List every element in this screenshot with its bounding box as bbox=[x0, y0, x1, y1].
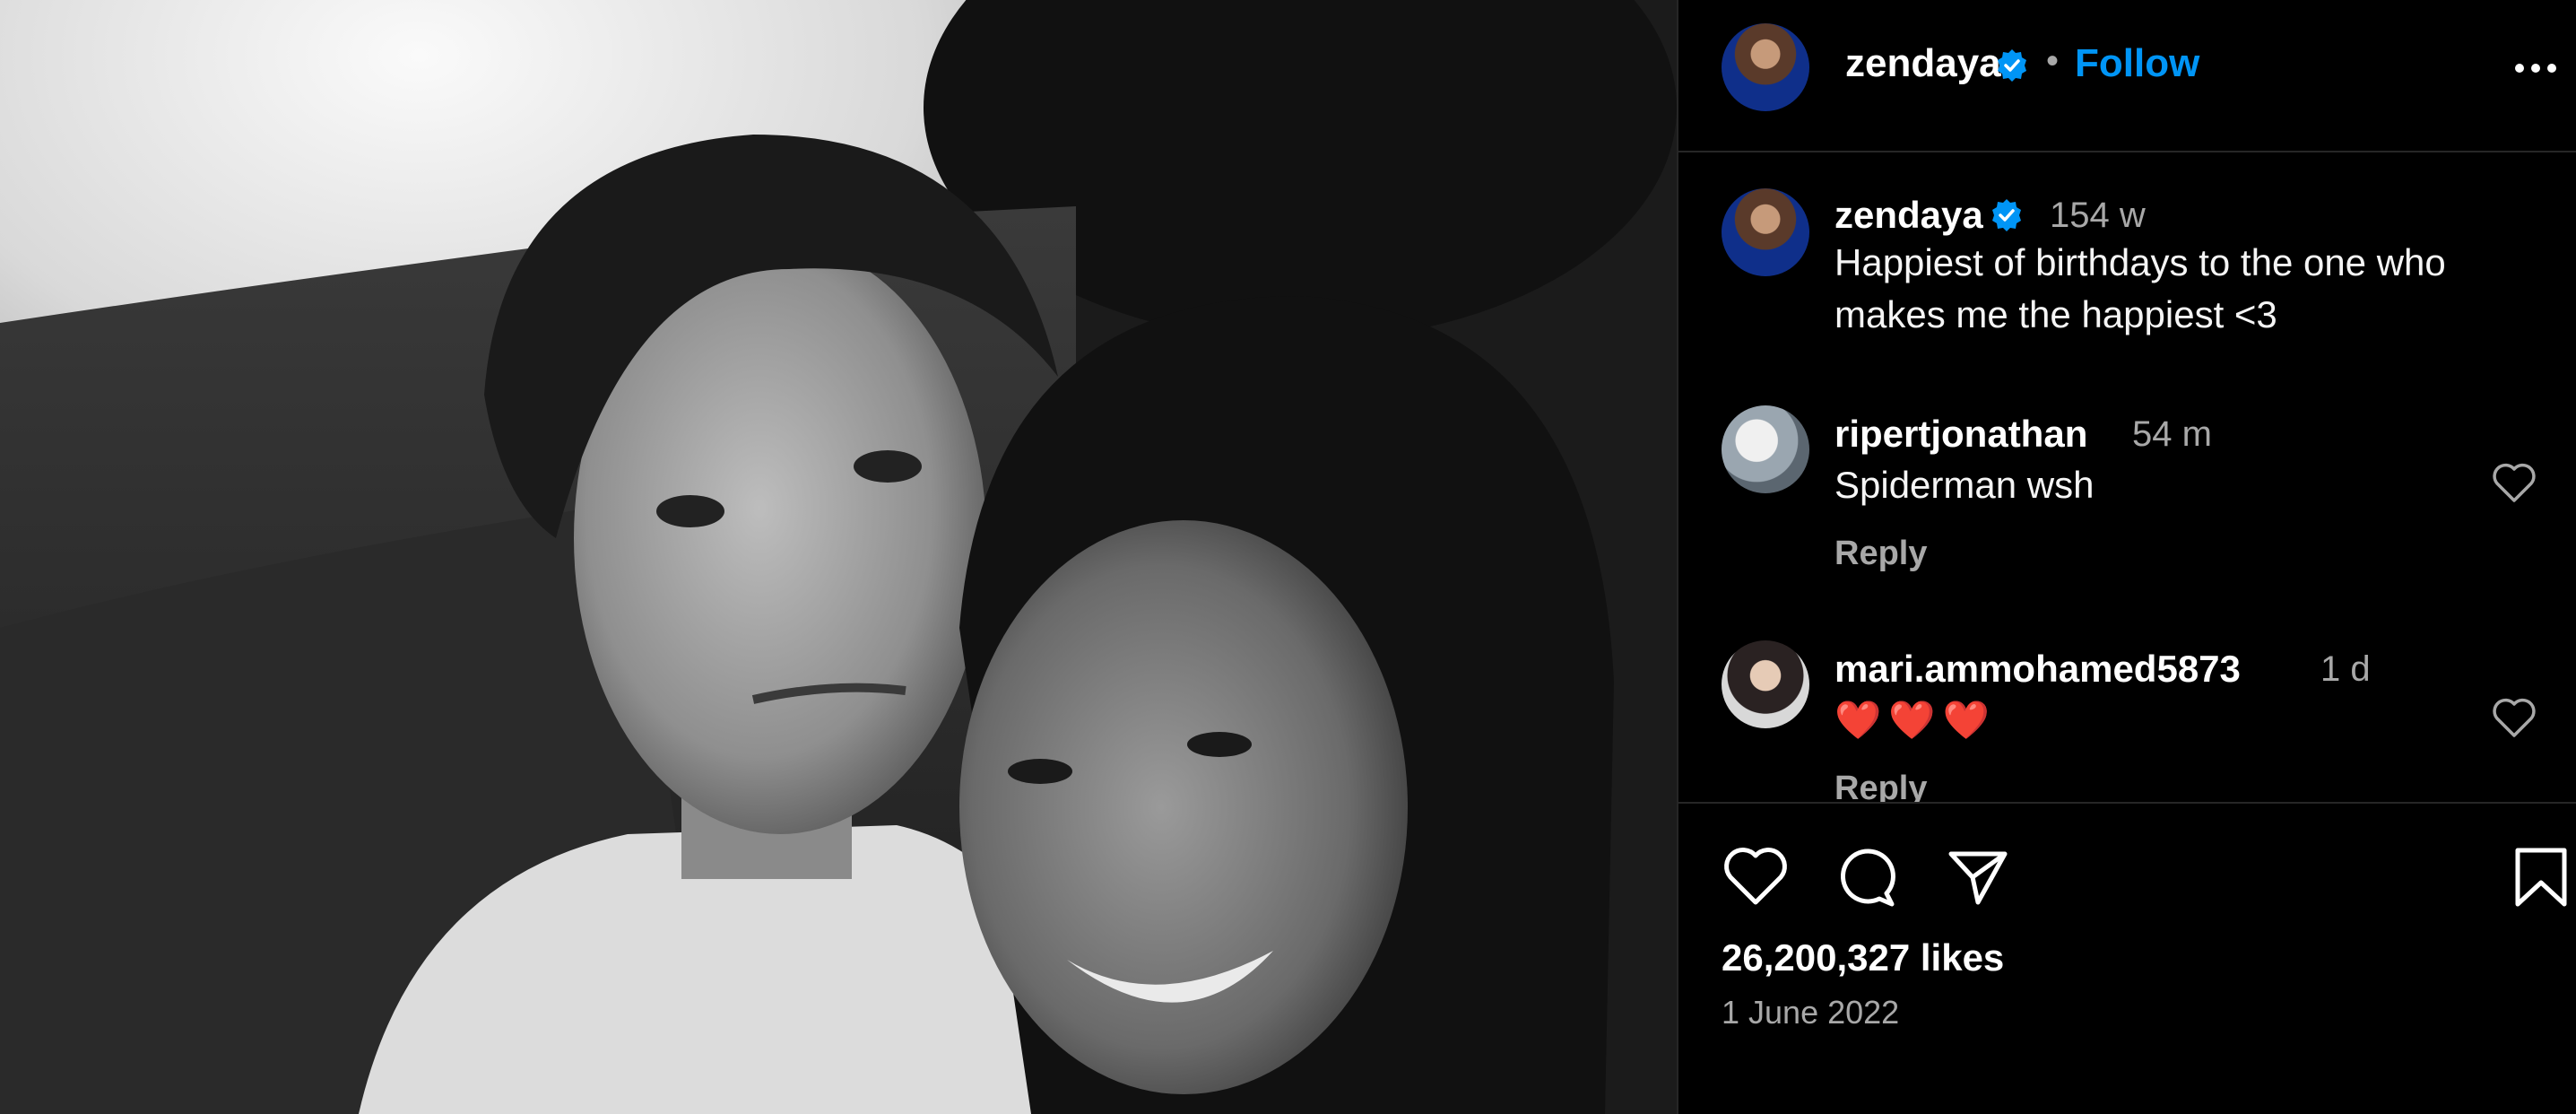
reply-button[interactable]: Reply bbox=[1834, 535, 1927, 573]
header-separator: • bbox=[2046, 41, 2060, 81]
like-count[interactable]: 26,200,327 likes bbox=[1722, 936, 2004, 979]
verified-badge-icon bbox=[1998, 49, 2026, 82]
reply-button[interactable]: Reply bbox=[1834, 770, 1927, 802]
post-photo[interactable] bbox=[0, 0, 1677, 1114]
comment-text: ❤️❤️❤️ bbox=[1834, 699, 1997, 741]
caption-username[interactable]: zendaya bbox=[1834, 194, 1983, 237]
caption-text: Happiest of birthdays to the one who mak… bbox=[1834, 241, 2446, 335]
author-username[interactable]: zendaya bbox=[1845, 41, 2001, 86]
instagram-post-view: zendaya • Follow zendaya 154 w Happiest … bbox=[0, 0, 2576, 1114]
share-icon[interactable] bbox=[1944, 843, 2012, 911]
commenter-username[interactable]: ripertjonathan bbox=[1834, 413, 2087, 456]
post-action-bar bbox=[1678, 807, 2576, 915]
post-photo-illustration bbox=[0, 0, 1677, 1114]
author-avatar[interactable] bbox=[1722, 23, 1809, 111]
heart-icon[interactable] bbox=[2491, 461, 2537, 504]
like-heart-icon[interactable] bbox=[1722, 843, 1790, 911]
bookmark-icon[interactable] bbox=[2507, 843, 2575, 911]
post-side-panel: zendaya • Follow zendaya 154 w Happiest … bbox=[1678, 0, 2576, 1114]
post-header: zendaya • Follow bbox=[1678, 0, 2576, 152]
heart-icon[interactable] bbox=[2491, 696, 2537, 739]
more-options-icon[interactable] bbox=[2512, 50, 2559, 86]
commenter-avatar[interactable] bbox=[1722, 405, 1809, 493]
caption-author-avatar[interactable] bbox=[1722, 188, 1809, 276]
caption-time: 154 w bbox=[2050, 196, 2146, 235]
comment-icon[interactable] bbox=[1833, 843, 1901, 911]
post-date[interactable]: 1 June 2022 bbox=[1722, 994, 1899, 1031]
commenter-avatar[interactable] bbox=[1722, 640, 1809, 728]
comment-time: 1 d bbox=[2320, 649, 2371, 689]
commenter-username[interactable]: mari.ammohamed5873 bbox=[1834, 648, 2241, 691]
comment-time: 54 m bbox=[2132, 414, 2212, 454]
comments-section[interactable]: zendaya 154 w Happiest of birthdays to t… bbox=[1678, 152, 2576, 804]
verified-badge-icon bbox=[1992, 199, 2021, 231]
follow-button[interactable]: Follow bbox=[2075, 41, 2199, 86]
comment-text: Spiderman wsh bbox=[1834, 464, 2095, 506]
